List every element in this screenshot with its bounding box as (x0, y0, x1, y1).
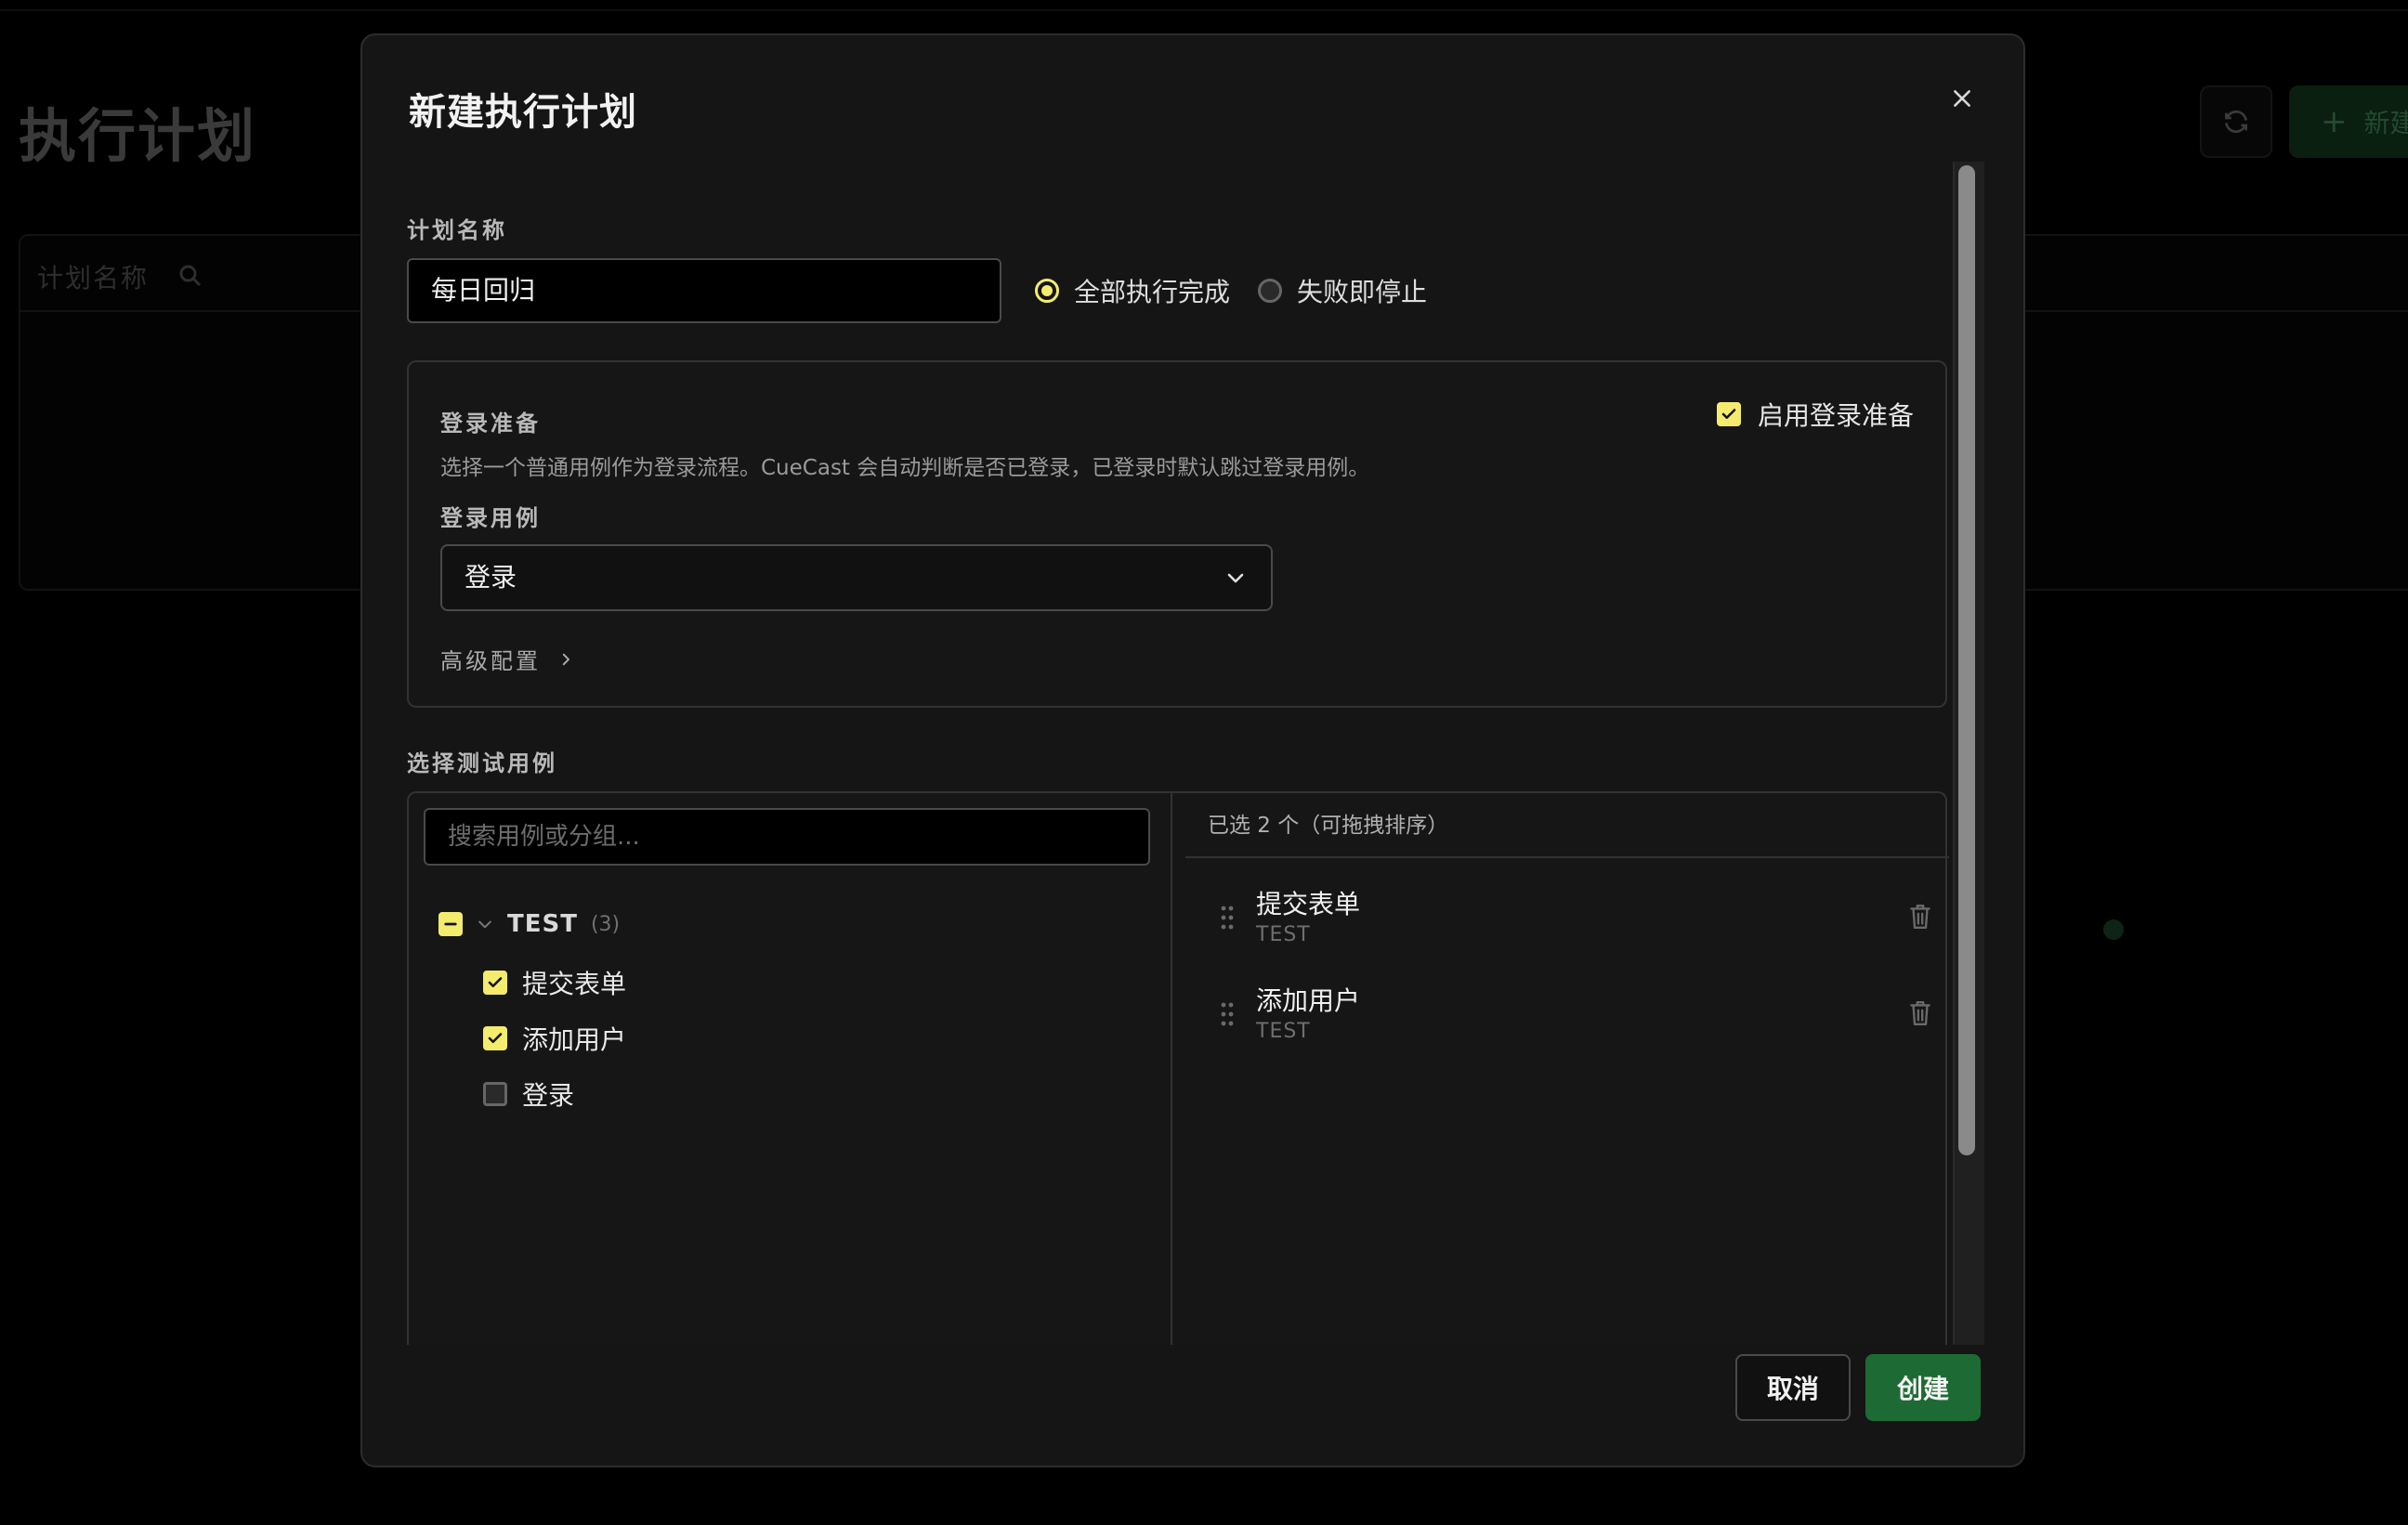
advanced-config-label: 高级配置 (440, 648, 541, 674)
selected-case-group: TEST (1256, 1020, 1311, 1043)
close-button[interactable] (1943, 80, 1981, 117)
drag-handle-icon[interactable] (1221, 905, 1234, 931)
refresh-icon (2225, 110, 2247, 134)
plan-name-input[interactable]: 每日回归 (407, 258, 1001, 323)
plus-icon: + (2321, 103, 2348, 140)
selected-case-item[interactable]: 提交表单 TEST (1185, 877, 1934, 960)
radio-stop-on-fail-label: 失败即停止 (1297, 277, 1428, 307)
tree-item-login[interactable]: 登录 (483, 1075, 574, 1113)
tree-item-add-user[interactable]: 添加用户 (483, 1020, 626, 1057)
plan-search-input[interactable]: 计划名称 (37, 258, 149, 295)
login-prep-description: 选择一个普通用例作为登录流程。CueCast 会自动判断是否已登录，已登录时默认… (440, 456, 1370, 480)
radio-unselected-icon (1258, 279, 1283, 303)
login-case-value: 登录 (465, 562, 517, 593)
modal-title: 新建执行计划 (409, 91, 637, 134)
modal-body: 计划名称 每日回归 全部执行完成 失败即停止 登录准备 选择一个普通用例作为登录… (407, 162, 1971, 1345)
selected-cases-header: 已选 2 个（可拖拽排序） (1185, 793, 1949, 858)
tree-item-label: 提交表单 (522, 969, 627, 999)
enable-login-prep-checkbox[interactable]: 启用登录准备 (1717, 396, 1914, 433)
selected-case-item[interactable]: 添加用户 TEST (1185, 973, 1934, 1057)
selected-case-name: 添加用户 (1256, 985, 1361, 1016)
new-plan-modal: 新建执行计划 计划名称 每日回归 全部执行完成 失败即停止 登录准备 选择一个普… (360, 33, 2025, 1467)
checkbox-partial-icon[interactable] (438, 912, 463, 936)
tree-item-submit-form[interactable]: 提交表单 (483, 964, 626, 1001)
tree-group-test[interactable]: TEST (3) (438, 910, 620, 938)
login-prep-title: 登录准备 (440, 411, 541, 437)
chevron-down-icon[interactable] (476, 915, 494, 933)
radio-run-all-label: 全部执行完成 (1074, 277, 1231, 307)
refresh-button[interactable] (2200, 85, 2272, 158)
chevron-down-icon (1227, 573, 1244, 583)
drag-handle-icon[interactable] (1221, 1001, 1234, 1027)
top-divider (0, 0, 2408, 11)
run-mode-radio-group: 全部执行完成 失败即停止 (1035, 258, 1427, 323)
login-prep-section: 登录准备 选择一个普通用例作为登录流程。CueCast 会自动判断是否已登录，已… (407, 360, 1947, 708)
checkbox-unchecked-icon (483, 1082, 507, 1106)
tree-item-label: 添加用户 (522, 1024, 627, 1055)
case-search-input[interactable] (424, 808, 1150, 866)
radio-stop-on-fail[interactable]: 失败即停止 (1258, 272, 1427, 309)
create-button[interactable]: 创建 (1865, 1354, 1981, 1421)
login-case-select[interactable]: 登录 (440, 544, 1273, 611)
plan-name-label: 计划名称 (407, 217, 507, 243)
close-icon (1954, 90, 1970, 107)
new-plan-button[interactable]: + 新建 (2289, 85, 2408, 158)
decorative-dot (2103, 919, 2124, 940)
checkbox-checked-icon (483, 971, 507, 995)
test-cases-label: 选择测试用例 (407, 750, 557, 776)
tree-item-label: 登录 (522, 1080, 575, 1111)
page-title: 执行计划 (19, 102, 257, 170)
login-case-label: 登录用例 (440, 505, 541, 531)
selected-case-name: 提交表单 (1256, 889, 1361, 919)
cancel-button[interactable]: 取消 (1735, 1354, 1851, 1421)
checkbox-checked-icon (483, 1026, 507, 1050)
chevron-right-icon (562, 653, 569, 665)
selected-case-group: TEST (1256, 923, 1311, 946)
new-plan-label: 新建 (2363, 108, 2408, 138)
enable-login-prep-label: 启用登录准备 (1758, 400, 1915, 431)
picker-divider (1171, 793, 1172, 1345)
tree-group-name: TEST (507, 910, 578, 938)
tree-group-count: (3) (590, 912, 621, 936)
scrollbar-thumb[interactable] (1958, 165, 1975, 1155)
radio-selected-icon (1035, 279, 1059, 303)
search-icon (179, 265, 202, 287)
trash-icon[interactable] (1908, 903, 1932, 931)
radio-run-all[interactable]: 全部执行完成 (1035, 272, 1230, 309)
test-case-picker: TEST (3) 提交表单 添加用户 登录 已选 2 个（可拖拽排序） (407, 791, 1949, 1345)
trash-icon[interactable] (1908, 999, 1932, 1027)
advanced-config-toggle[interactable]: 高级配置 (440, 643, 574, 675)
checkbox-checked-icon (1717, 402, 1741, 426)
